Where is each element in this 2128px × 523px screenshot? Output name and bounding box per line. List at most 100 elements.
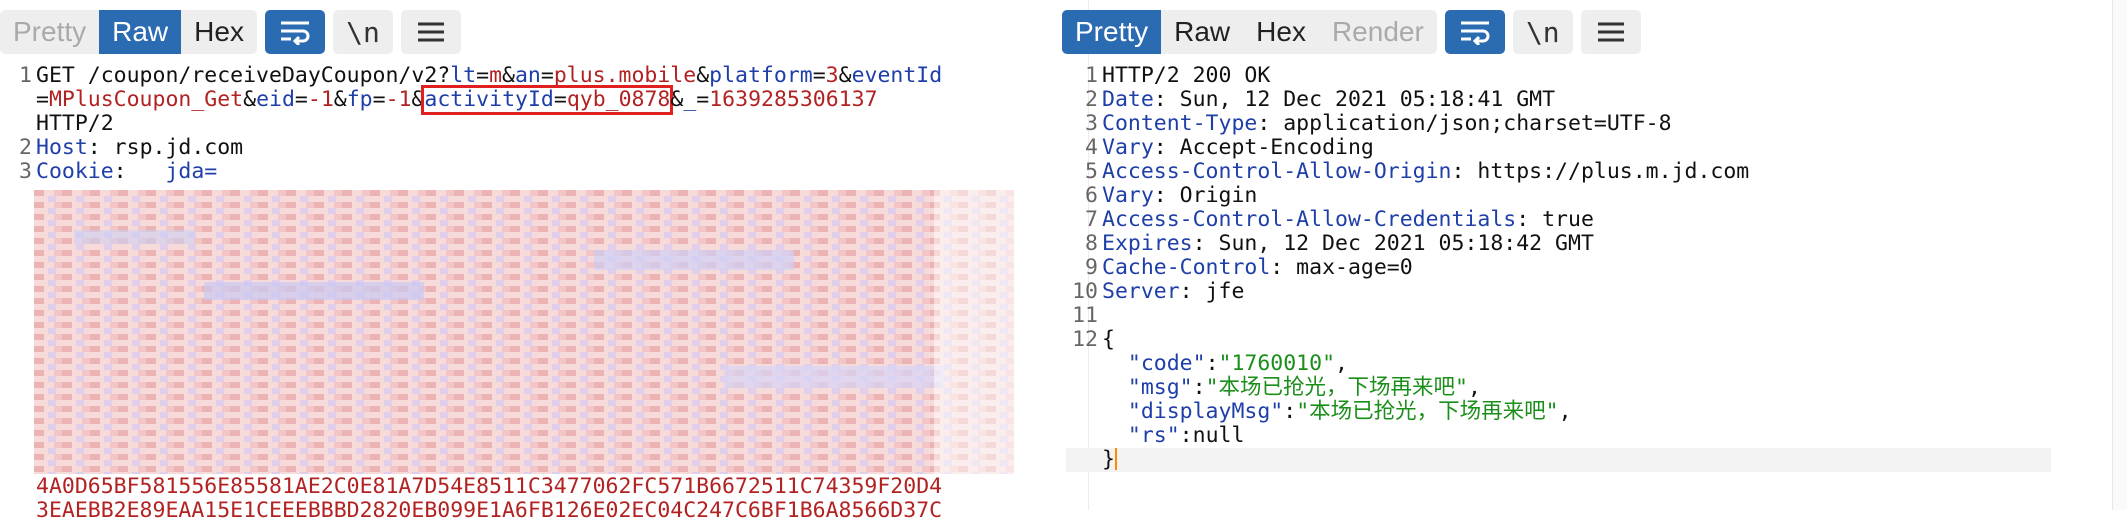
param-value: 3 [825,63,839,88]
cookie-hex-line: 3EAEBB2E89EAA15E1CEEEBBBD2820EB099E1A6FB… [36,498,943,523]
highlighted-activity-param: activityId=qyb_0878 [421,85,674,115]
json-value: "本场已抢光，下场再来吧" [1205,375,1468,400]
response-header: 5 Access-Control-Allow-Origin: https://pl… [1085,159,1750,184]
request-editor[interactable]: 1 GET /coupon/receiveDayCoupon/v2? lt = m & a… [0,64,1040,184]
tab-hex[interactable]: Hex [181,10,257,54]
header-value: max-age=0 [1283,255,1413,280]
menu-icon[interactable] [1580,10,1641,54]
menu-icon[interactable] [400,10,461,54]
json-brace: { [1102,327,1115,352]
wrap-icon[interactable] [1444,10,1505,54]
header-key: Vary [1102,135,1154,160]
json-value: "本场已抢光，下场再来吧" [1296,399,1559,424]
protocol: HTTP/2 [36,111,114,136]
tab-raw[interactable]: Raw [99,10,182,54]
current-line: } [1066,448,2051,472]
response-header: 9 Cache-Control: max-age=0 [1085,255,1413,280]
line-number: 3 [19,159,32,184]
json-key: "code" [1127,351,1206,376]
request-method-path: GET /coupon/receiveDayCoupon/v2? [36,63,451,88]
line-number: 1 [19,63,32,88]
header-value: Accept-Encoding [1166,135,1374,160]
param-value: m [489,63,503,88]
param-value: -1 [385,87,412,112]
tab-pretty[interactable]: Pretty [1062,10,1162,54]
header-key: Host [36,135,88,160]
header-value: application/json;charset=UTF-8 [1270,111,1672,136]
response-header: 2 Date: Sun, 12 Dec 2021 05:18:41 GMT [1085,87,1556,112]
request-line-1-cont: = MPlusCoupon_Get & eid = -1 & fp = -1 & activityId… [36,85,878,115]
line-number: 2 [19,135,32,160]
json-field: "msg": "本场已抢光，下场再来吧", [1127,375,1481,400]
text-caret [1114,448,1117,470]
json-brace: } [1102,447,1115,472]
param-key: platform [709,63,813,88]
param-key: lt [450,63,477,88]
cookie-value: jda= [126,159,218,184]
param-key: an [514,63,541,88]
header-key: Access-Control-Allow-Credentials [1102,207,1517,232]
header-key: Content-Type [1102,111,1258,136]
tab-raw[interactable]: Raw [1161,10,1243,54]
request-line-1-proto: HTTP/2 [0,112,1040,136]
param-value: qyb_0878 [566,87,671,112]
wrap-icon[interactable] [264,10,325,54]
request-line-1: 1 GET /coupon/receiveDayCoupon/v2? lt = m & a… [0,64,1040,88]
json-field: "code": "1760010", [1127,351,1348,376]
hamburger-glyph [1597,22,1624,42]
tab-hex[interactable]: Hex [1243,10,1319,54]
param-key: eid [256,87,295,112]
header-value: jfe [1192,279,1245,304]
request-toolbar: Pretty Raw Hex \n [0,10,461,54]
param-key: _ [683,87,697,112]
response-header: 10 Server: jfe [1072,279,1245,304]
header-value: https://plus.m.jd.com [1464,159,1750,184]
header-key: Vary [1102,183,1154,208]
json-value: null [1192,423,1245,448]
param-value: -1 [307,87,334,112]
response-header: 8 Expires: Sun, 12 Dec 2021 05:18:42 GMT [1085,231,1594,256]
response-header: 3 Content-Type: application/json;charset=… [1085,111,1672,136]
newline-icon[interactable]: \n [332,10,393,54]
vertical-scrollbar[interactable] [2112,0,2127,510]
param-key: activityId [424,87,554,112]
status-text: HTTP/2 200 OK [1102,63,1271,88]
response-header: 6 Vary: Origin [1085,183,1258,208]
response-blank-line: 11 [1072,303,1098,328]
json-value: "1760010" [1218,351,1336,376]
param-value: MPlusCoupon_Get [48,87,244,112]
json-key: "rs" [1127,423,1180,448]
param-value: plus.mobile [553,63,697,88]
hamburger-glyph [417,22,444,42]
response-header: 4 Vary: Accept-Encoding [1085,135,1374,160]
response-view-tabs: Pretty Raw Hex Render [1062,10,1437,54]
response-status-line: 1 HTTP/2 200 OK [1085,63,1271,88]
request-line-2: 2 Host: rsp.jd.com [0,136,1040,160]
header-key: Cookie [36,159,114,184]
header-key: Expires [1102,231,1193,256]
tab-pretty[interactable]: Pretty [0,10,99,54]
redacted-cookie-blur [34,190,1014,474]
wrap-lines-glyph [280,21,310,45]
request-cookie-tail: 4A0D65BF581556E85581AE2C0E81A7D54E8511C3… [0,475,1040,523]
header-key: Access-Control-Allow-Origin [1102,159,1452,184]
response-editor[interactable]: 1 HTTP/2 200 OK 2 Date: Sun, 12 Dec 2021 0… [1066,64,2086,472]
param-key: fp [346,87,373,112]
param-value: 1639285306137 [709,87,878,112]
json-key: "msg" [1127,375,1193,400]
request-view-tabs: Pretty Raw Hex [0,10,257,54]
header-key: Date [1102,87,1154,112]
response-toolbar: Pretty Raw Hex Render \n [1062,10,1641,54]
header-value: Sun, 12 Dec 2021 05:18:41 GMT [1166,87,1556,112]
request-line-3: 3 Cookie: jda= [0,160,1040,184]
header-key: Server [1102,279,1180,304]
header-value: rsp.jd.com [100,135,244,160]
header-key: Cache-Control [1102,255,1271,280]
newline-icon[interactable]: \n [1512,10,1573,54]
tab-render[interactable]: Render [1319,10,1437,54]
json-field: "displayMsg": "本场已抢光，下场再来吧", [1127,399,1572,424]
header-value: Origin [1166,183,1258,208]
cookie-hex-line: 4A0D65BF581556E85581AE2C0E81A7D54E8511C3… [36,474,943,499]
header-value: true [1529,207,1594,232]
response-body-open: 12{ [1072,327,1115,352]
